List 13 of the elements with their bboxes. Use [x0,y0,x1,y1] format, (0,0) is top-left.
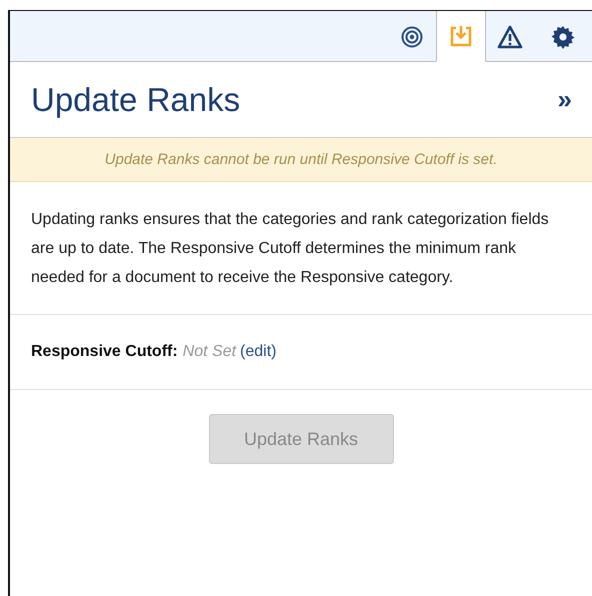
download-icon [449,24,473,48]
cutoff-label: Responsive Cutoff: [31,343,178,361]
edit-link[interactable]: edit [245,343,272,361]
target-icon [401,26,423,48]
paren-text: ) [271,343,276,361]
warning-banner: Update Ranks cannot be run until Responsive Cutoff is set. [10,138,592,182]
collapse-button[interactable]: » [558,84,572,115]
settings-icon [551,24,575,48]
panel-title: Update Ranks [31,80,240,118]
cutoff-value: Not Set [182,343,236,361]
paren-text: ( [240,343,246,361]
warning-icon [497,24,523,48]
description-text: Updating ranks ensures that the categories and rank categorization fields are up to date. The Responsive Cutoff determines the minimum rank needed for a document to receive the Responsive category. [10,182,592,315]
